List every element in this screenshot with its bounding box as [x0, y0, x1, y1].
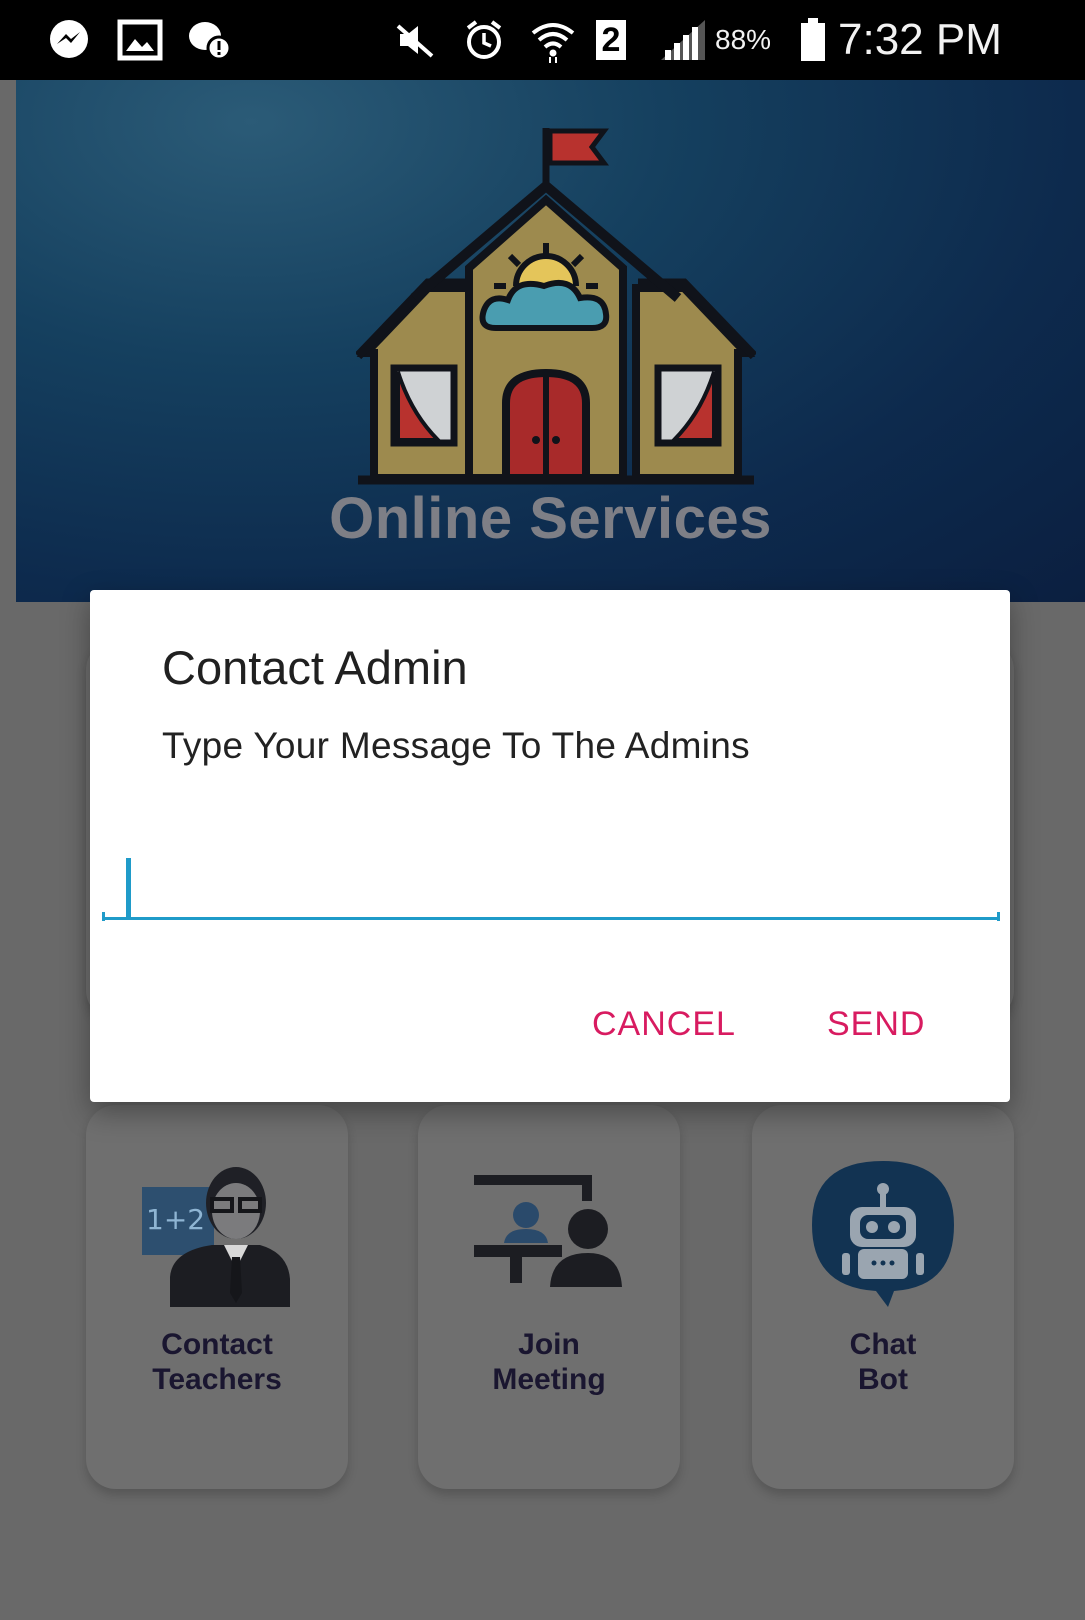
- school-house-icon: [356, 128, 756, 485]
- dialog-title: Contact Admin: [162, 641, 468, 694]
- alarm-icon: [461, 18, 507, 62]
- messenger-icon: [46, 18, 92, 62]
- chat-bot-card[interactable]: Chat Bot: [752, 1105, 1014, 1489]
- mute-icon: [393, 18, 437, 62]
- sim-slot-number: 2: [595, 20, 627, 60]
- card-label-line1: Chat: [849, 1328, 917, 1361]
- teacher-icon: 1+2: [142, 1167, 290, 1307]
- status-time: 7:32 PM: [838, 15, 1002, 64]
- card-label-line1: Join: [518, 1328, 580, 1361]
- app-screen: 2 88% 7:32 PM Online Services 1+2 Contac…: [0, 0, 1085, 1620]
- card-label-line2: Bot: [858, 1363, 908, 1396]
- status-bar: 2 88% 7:32 PM: [0, 0, 1085, 80]
- image-icon: [116, 18, 164, 62]
- meeting-icon: [474, 1175, 622, 1287]
- contact-admin-dialog: Contact Admin Type Your Message To The A…: [90, 590, 1010, 1102]
- battery-icon: [798, 18, 828, 62]
- text-cursor: [126, 858, 131, 918]
- card-label-line1: Contact: [161, 1328, 273, 1361]
- input-underline-end: [997, 912, 1000, 921]
- sim-slot-badge: 2: [592, 10, 630, 70]
- chat-alert-icon: [186, 18, 234, 62]
- message-input[interactable]: [102, 830, 1000, 920]
- join-meeting-card[interactable]: Join Meeting: [418, 1105, 680, 1489]
- battery-percent: 88%: [715, 24, 772, 55]
- robot-icon: [812, 1161, 954, 1307]
- input-underline-start: [102, 912, 105, 921]
- dialog-message: Type Your Message To The Admins: [162, 725, 750, 766]
- svg-text:1+2: 1+2: [146, 1203, 205, 1236]
- header-banner: Online Services: [16, 80, 1085, 602]
- wifi-icon: [528, 18, 578, 63]
- card-label-line2: Teachers: [152, 1363, 282, 1396]
- send-button[interactable]: SEND: [827, 1005, 925, 1044]
- page-title: Online Services: [329, 486, 772, 551]
- card-label-line2: Meeting: [492, 1363, 606, 1396]
- signal-icon: [656, 18, 710, 62]
- cancel-button[interactable]: CANCEL: [592, 1005, 736, 1044]
- contact-teachers-card[interactable]: 1+2 Contact Teachers: [86, 1105, 348, 1489]
